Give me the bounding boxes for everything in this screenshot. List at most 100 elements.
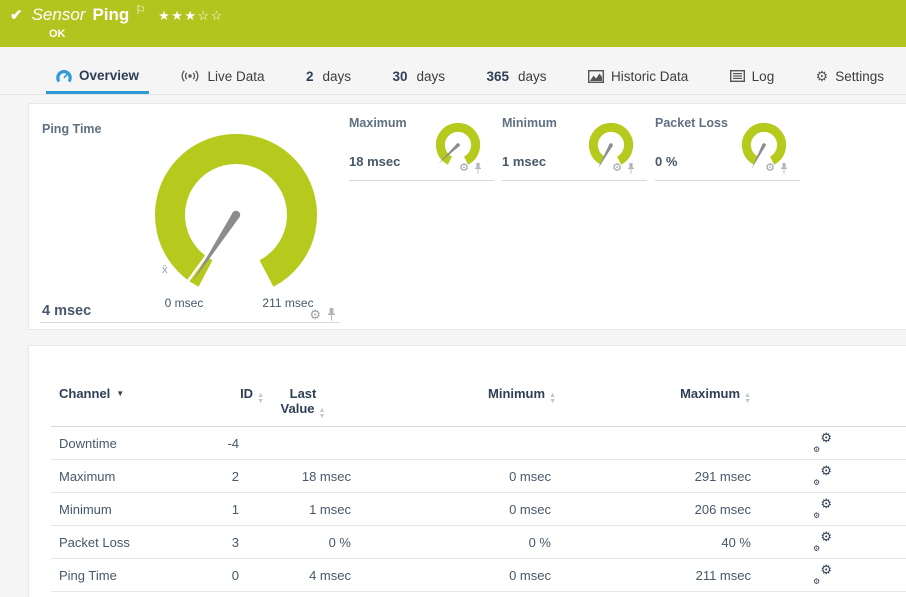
pin-icon[interactable] [627,163,635,174]
channel-id: 1 [199,502,239,517]
gauge-title: Maximum [349,116,407,130]
sort-icon: ▲▼ [319,408,326,419]
sensor-title-row: ✔ Sensor Ping ⚐ ★★★☆☆ [10,5,224,25]
tab-label: Log [752,69,775,84]
channel-minimum: 0 % [351,535,551,550]
channel-id: 2 [199,469,239,484]
tab-label: Live Data [207,69,264,84]
table-row-ping-time: Ping Time 0 4 msec 0 msec 211 msec ⚙⚙ [51,559,906,592]
gear-icon[interactable]: ⚙ [309,308,321,321]
gauge-scale-min: 0 msec [165,296,204,310]
gauge-icon [56,69,72,83]
tab-label: days [518,69,547,84]
column-label: Channel [59,386,110,401]
tab-overview[interactable]: Overview [46,60,149,94]
table-row-minimum: Minimum 1 1 msec 0 msec 206 msec ⚙⚙ [51,493,906,526]
channel-maximum: 206 msec [551,502,751,517]
gear-icon[interactable]: ⚙ [612,163,622,174]
channel-settings-icon[interactable]: ⚙⚙ [813,534,832,550]
tab-live-data[interactable]: Live Data [170,60,274,94]
channel-minimum: 0 msec [351,469,551,484]
table-row-maximum: Maximum 2 18 msec 0 msec 291 msec ⚙⚙ [51,460,906,493]
table-row-downtime: Downtime -4 ⚙⚙ [51,427,906,460]
gear-icon[interactable]: ⚙ [459,163,469,174]
tab-historic-data[interactable]: Historic Data [578,60,698,94]
column-label: Minimum [488,386,545,401]
channel-settings-icon[interactable]: ⚙⚙ [813,435,832,451]
channel-table-panel: Channel ▼ ID ▲▼ Last Value ▲▼ Minimum ▲▼ Max… [28,345,906,597]
channel-settings-icon[interactable]: ⚙⚙ [813,468,832,484]
pin-icon[interactable] [780,163,788,174]
channel-maximum: 211 msec [551,568,751,583]
column-header-last-value[interactable]: Last Value ▲▼ [264,386,342,419]
tab-365-days[interactable]: 365 days [476,60,556,94]
tab-label: Overview [79,68,139,83]
tab-label: Settings [835,69,884,84]
gauge-current-value: 1 msec [502,154,546,169]
channel-id: 0 [199,568,239,583]
tab-label: days [322,69,351,84]
gauge-title: Minimum [502,116,557,130]
tab-log[interactable]: Log [720,60,785,94]
column-label: Value [281,401,315,416]
gear-icon[interactable]: ⚙ [765,163,775,174]
sort-icon: ▲▼ [744,393,751,404]
tab-2-days[interactable]: 2 days [296,60,361,94]
channel-minimum: 0 msec [351,568,551,583]
flag-icon[interactable]: ⚐ [135,3,146,17]
area-chart-icon [588,70,604,83]
channel-id: -4 [199,436,239,451]
column-header-id[interactable]: ID ▲▼ [199,386,264,404]
channel-name: Packet Loss [51,535,199,550]
gauge-title: Ping Time [42,122,102,136]
sensor-header: ✔ Sensor Ping ⚐ ★★★☆☆ OK [0,0,906,47]
sensor-name: Ping [92,5,129,25]
gauges-panel: Ping Time x̄ 0 msec 211 msec 4 msec ⚙ Ma… [28,103,906,330]
channel-settings-icon[interactable]: ⚙⚙ [813,567,832,583]
log-icon [730,70,745,82]
gear-icon: ⚙ [816,69,829,83]
tab-30-days[interactable]: 30 days [382,60,455,94]
table-header-row: Channel ▼ ID ▲▼ Last Value ▲▼ Minimum ▲▼ Max… [29,386,906,419]
sort-desc-icon: ▼ [116,389,124,398]
column-label: Maximum [680,386,740,401]
gauge-title: Packet Loss [655,116,728,130]
column-header-maximum[interactable]: Maximum ▲▼ [556,386,751,404]
packet-loss-gauge-widget: Packet Loss 0 % ⚙ [655,116,800,181]
table-row-packet-loss: Packet Loss 3 0 % 0 % 40 % ⚙⚙ [51,526,906,559]
tab-label: Historic Data [611,69,688,84]
column-label: ID [240,386,253,401]
broadcast-icon [180,70,200,82]
column-header-minimum[interactable]: Minimum ▲▼ [342,386,556,404]
channel-settings-icon[interactable]: ⚙⚙ [813,501,832,517]
average-marker: x̄ [162,264,168,276]
channel-last-value: 0 % [239,535,351,550]
gauge-scale-max: 211 msec [262,296,313,310]
gauge-current-value: 4 msec [42,303,91,319]
gauge-current-value: 18 msec [349,154,400,169]
priority-star-rating[interactable]: ★★★☆☆ [158,8,224,24]
minimum-gauge-widget: Minimum 1 msec ⚙ [502,116,647,181]
pin-icon[interactable] [474,163,482,174]
pin-icon[interactable] [327,308,336,321]
tab-day-count: 2 [306,69,314,84]
tab-bar: Overview Live Data 2 days 30 days 365 da… [0,47,906,95]
status-check-icon: ✔ [10,6,23,24]
column-label: Last [290,386,317,401]
sensor-type-label: Sensor [32,5,86,25]
channel-maximum: 40 % [551,535,751,550]
tab-label: days [416,69,445,84]
gauge-current-value: 0 % [655,154,677,169]
channel-maximum: 291 msec [551,469,751,484]
ping-time-gauge-widget: Ping Time x̄ 0 msec 211 msec 4 msec ⚙ [40,112,340,323]
channel-name: Maximum [51,469,199,484]
tab-settings[interactable]: ⚙ Settings [806,60,894,94]
maximum-gauge-widget: Maximum 18 msec ⚙ [349,116,494,181]
column-header-channel[interactable]: Channel ▼ [29,386,199,401]
ping-time-gauge-chart [136,120,336,310]
channel-name: Ping Time [51,568,199,583]
channel-name: Minimum [51,502,199,517]
channel-last-value: 18 msec [239,469,351,484]
sort-icon: ▲▼ [549,393,556,404]
sort-icon: ▲▼ [257,393,264,404]
